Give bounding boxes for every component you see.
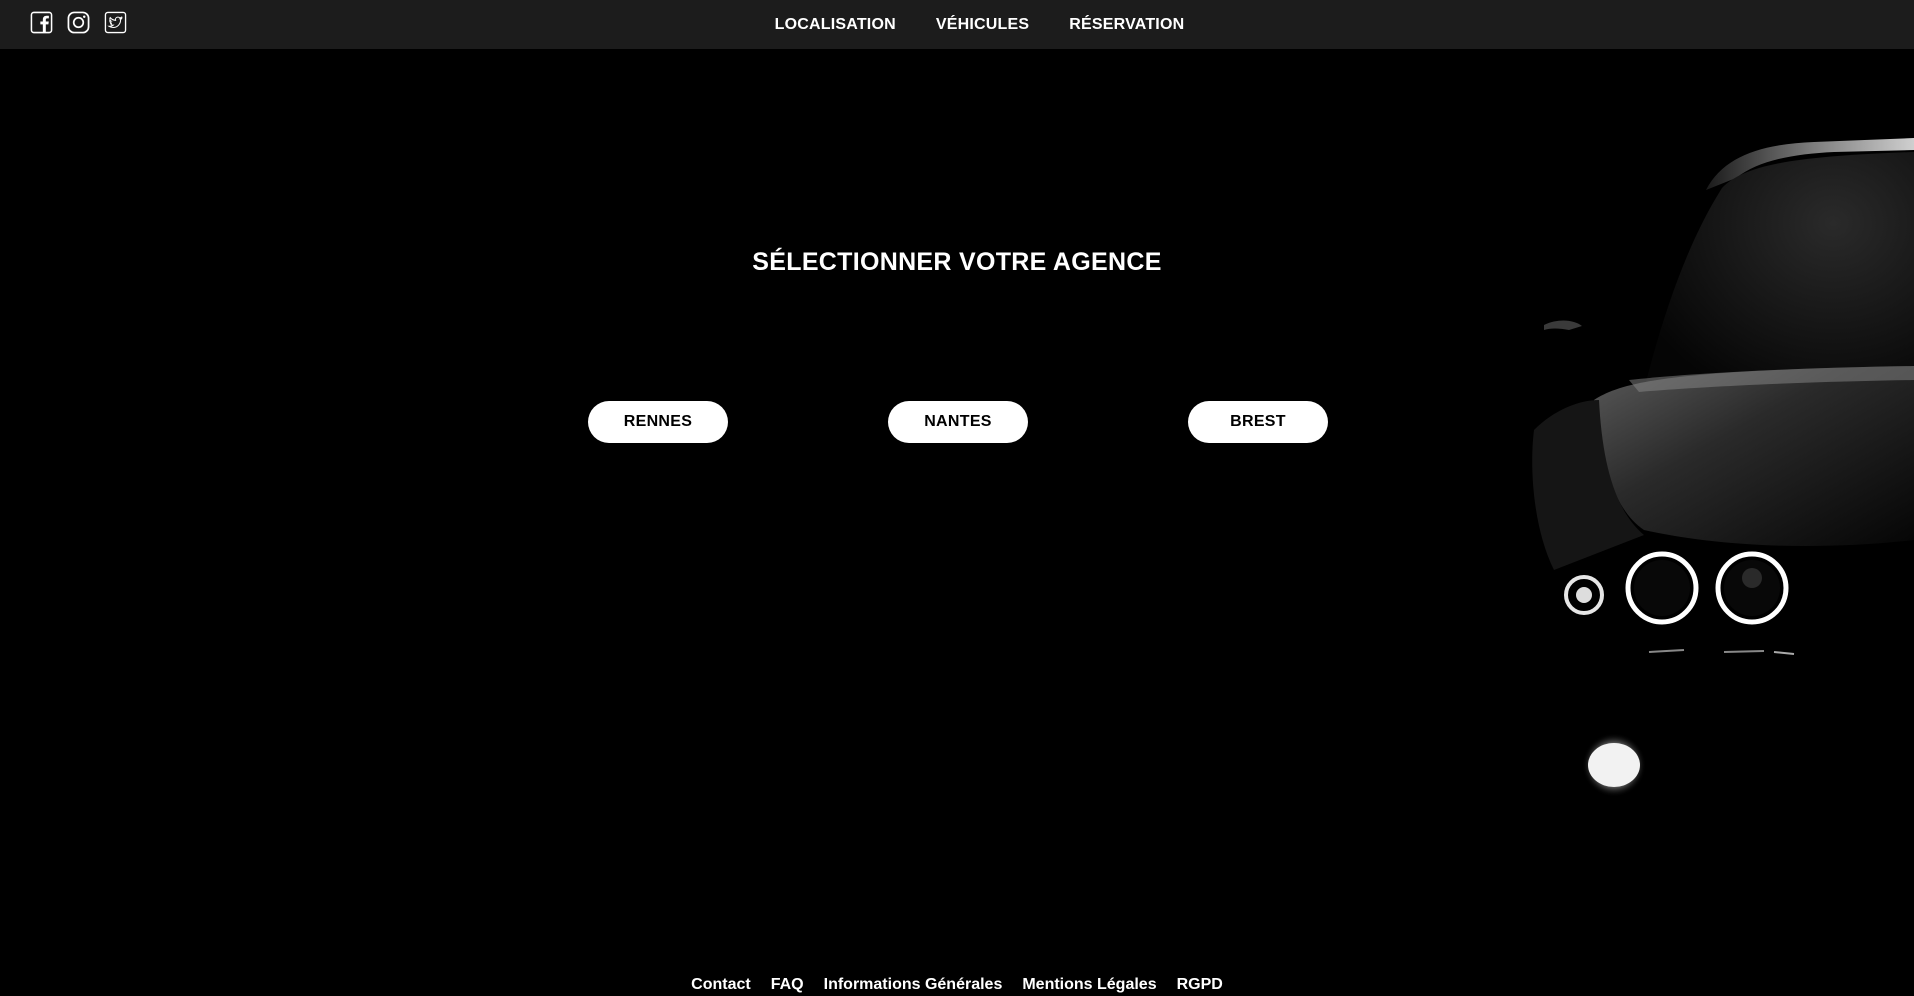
footer-link-mentions-legales[interactable]: Mentions Légales [1022, 976, 1156, 996]
nav-link-vehicules[interactable]: VÉHICULES [936, 16, 1029, 34]
main-navigation: LOCALISATION VÉHICULES RÉSERVATION [0, 0, 1914, 49]
agency-button-rennes[interactable]: RENNES [588, 401, 728, 443]
page-title: SÉLECTIONNER VOTRE AGENCE [752, 248, 1162, 276]
agency-button-brest[interactable]: BREST [1188, 401, 1328, 443]
footer-link-rgpd[interactable]: RGPD [1177, 976, 1223, 996]
footer-link-informations-generales[interactable]: Informations Générales [824, 976, 1003, 996]
top-navigation-bar: LOCALISATION VÉHICULES RÉSERVATION [0, 0, 1914, 49]
nav-link-reservation[interactable]: RÉSERVATION [1069, 16, 1184, 34]
car-silhouette-image [1532, 138, 1914, 797]
footer-links: Contact FAQ Informations Générales Menti… [0, 976, 1914, 996]
footer-link-contact[interactable]: Contact [691, 976, 751, 996]
agency-button-nantes[interactable]: NANTES [888, 401, 1028, 443]
footer-link-faq[interactable]: FAQ [771, 976, 804, 996]
page: LOCALISATION VÉHICULES RÉSERVATION SÉLEC… [0, 0, 1914, 996]
nav-link-localisation[interactable]: LOCALISATION [775, 16, 896, 34]
